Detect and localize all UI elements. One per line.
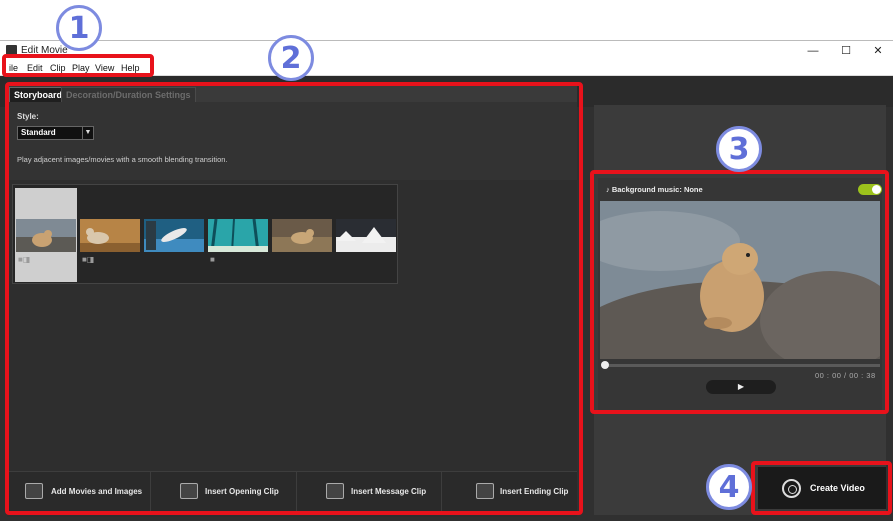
preview-panel: ♪ Background music: None 00 : 00 / 00 : …: [598, 178, 882, 410]
seek-bar[interactable]: [601, 361, 880, 369]
time-separator: /: [844, 371, 847, 380]
tab-bar: Storyboard Decoration/Duration Settings: [7, 86, 577, 102]
menu-help[interactable]: Help: [121, 63, 140, 73]
menu-view[interactable]: View: [95, 63, 114, 73]
play-button[interactable]: ▶: [706, 380, 776, 394]
tab-storyboard[interactable]: Storyboard: [9, 87, 68, 102]
timecode: 00 : 00 / 00 : 38: [815, 371, 876, 380]
tab-decoration-duration[interactable]: Decoration/Duration Settings: [61, 87, 196, 102]
clip-thumbnail[interactable]: [208, 219, 268, 252]
add-media-icon: [25, 483, 43, 499]
menu-edit[interactable]: Edit: [27, 63, 43, 73]
message-clip-icon: [326, 483, 344, 499]
callout-2: 2: [268, 35, 314, 81]
style-label: Style:: [17, 112, 39, 121]
insert-ending-clip-button[interactable]: Insert Ending Clip: [442, 472, 577, 512]
style-dropdown[interactable]: Standard ▼: [17, 126, 94, 140]
chevron-down-icon: ▼: [82, 127, 93, 139]
prairie-dog-preview-image: [600, 201, 880, 359]
style-selected-value: Standard: [21, 128, 56, 137]
current-time: 00 : 00: [815, 371, 842, 380]
clip-thumbnail[interactable]: [144, 219, 204, 252]
snowy-trees-thumb-image: [336, 219, 396, 252]
seek-handle[interactable]: [601, 361, 609, 369]
storyboard-strip: ■◨ ■◨ ■: [12, 184, 398, 284]
bottom-action-bar: Add Movies and Images Insert Opening Cli…: [7, 471, 577, 512]
aquarium-thumb-image: [208, 219, 268, 252]
add-movies-images-label: Add Movies and Images: [51, 487, 143, 496]
menu-file[interactable]: ile: [9, 63, 18, 73]
insert-message-clip-label: Insert Message Clip: [351, 487, 427, 496]
menu-clip[interactable]: Clip: [50, 63, 66, 73]
insert-opening-clip-button[interactable]: Insert Opening Clip: [151, 472, 297, 512]
opening-clip-icon: [180, 483, 198, 499]
prairie-dog-2-thumb-image: [272, 219, 332, 252]
background-music-text: Background music: None: [611, 185, 703, 194]
insert-message-clip-button[interactable]: Insert Message Clip: [297, 472, 442, 512]
video-preview[interactable]: [600, 201, 880, 359]
menu-play[interactable]: Play: [72, 63, 90, 73]
total-time: 00 : 38: [849, 371, 876, 380]
prairie-dog-thumb-image: [16, 219, 76, 252]
music-toggle[interactable]: [858, 184, 882, 195]
callout-3: 3: [716, 126, 762, 172]
create-video-button[interactable]: Create Video: [758, 467, 886, 509]
cat-thumb-image: [80, 219, 140, 252]
clip-thumbnail[interactable]: [16, 219, 76, 252]
style-description: Play adjacent images/movies with a smoot…: [17, 155, 228, 164]
movie-clip-icon: ■◨: [18, 255, 31, 264]
minimize-button[interactable]: —: [804, 43, 822, 59]
clip-thumbnail[interactable]: [80, 219, 140, 252]
app-icon: [6, 45, 17, 56]
toggle-knob: [872, 185, 881, 194]
film-reel-icon: [782, 479, 801, 498]
background-music-label: ♪ Background music: None: [606, 185, 703, 194]
dolphin-thumb-image: [144, 219, 204, 252]
maximize-button[interactable]: ☐: [837, 43, 855, 59]
close-button[interactable]: ✕: [869, 43, 887, 59]
clip-thumbnail[interactable]: [336, 219, 396, 252]
window-title: Edit Movie: [21, 45, 68, 56]
movie-clip-icon: ■: [210, 255, 215, 264]
add-movies-images-button[interactable]: Add Movies and Images: [7, 472, 151, 512]
ending-clip-icon: [476, 483, 494, 499]
clip-thumbnail[interactable]: [272, 219, 332, 252]
callout-1: 1: [56, 5, 102, 51]
title-bar: Edit Movie — ☐ ✕: [0, 41, 893, 61]
menu-bar: ile Edit Clip Play View Help: [0, 61, 893, 76]
insert-ending-clip-label: Insert Ending Clip: [500, 487, 569, 496]
storyboard-panel: Storyboard Decoration/Duration Settings …: [7, 86, 577, 517]
insert-opening-clip-label: Insert Opening Clip: [205, 487, 279, 496]
movie-clip-icon: ■◨: [82, 255, 95, 264]
callout-4: 4: [706, 464, 752, 510]
create-video-label: Create Video: [810, 483, 865, 493]
style-settings: Style: Standard ▼ Play adjacent images/m…: [7, 102, 577, 180]
